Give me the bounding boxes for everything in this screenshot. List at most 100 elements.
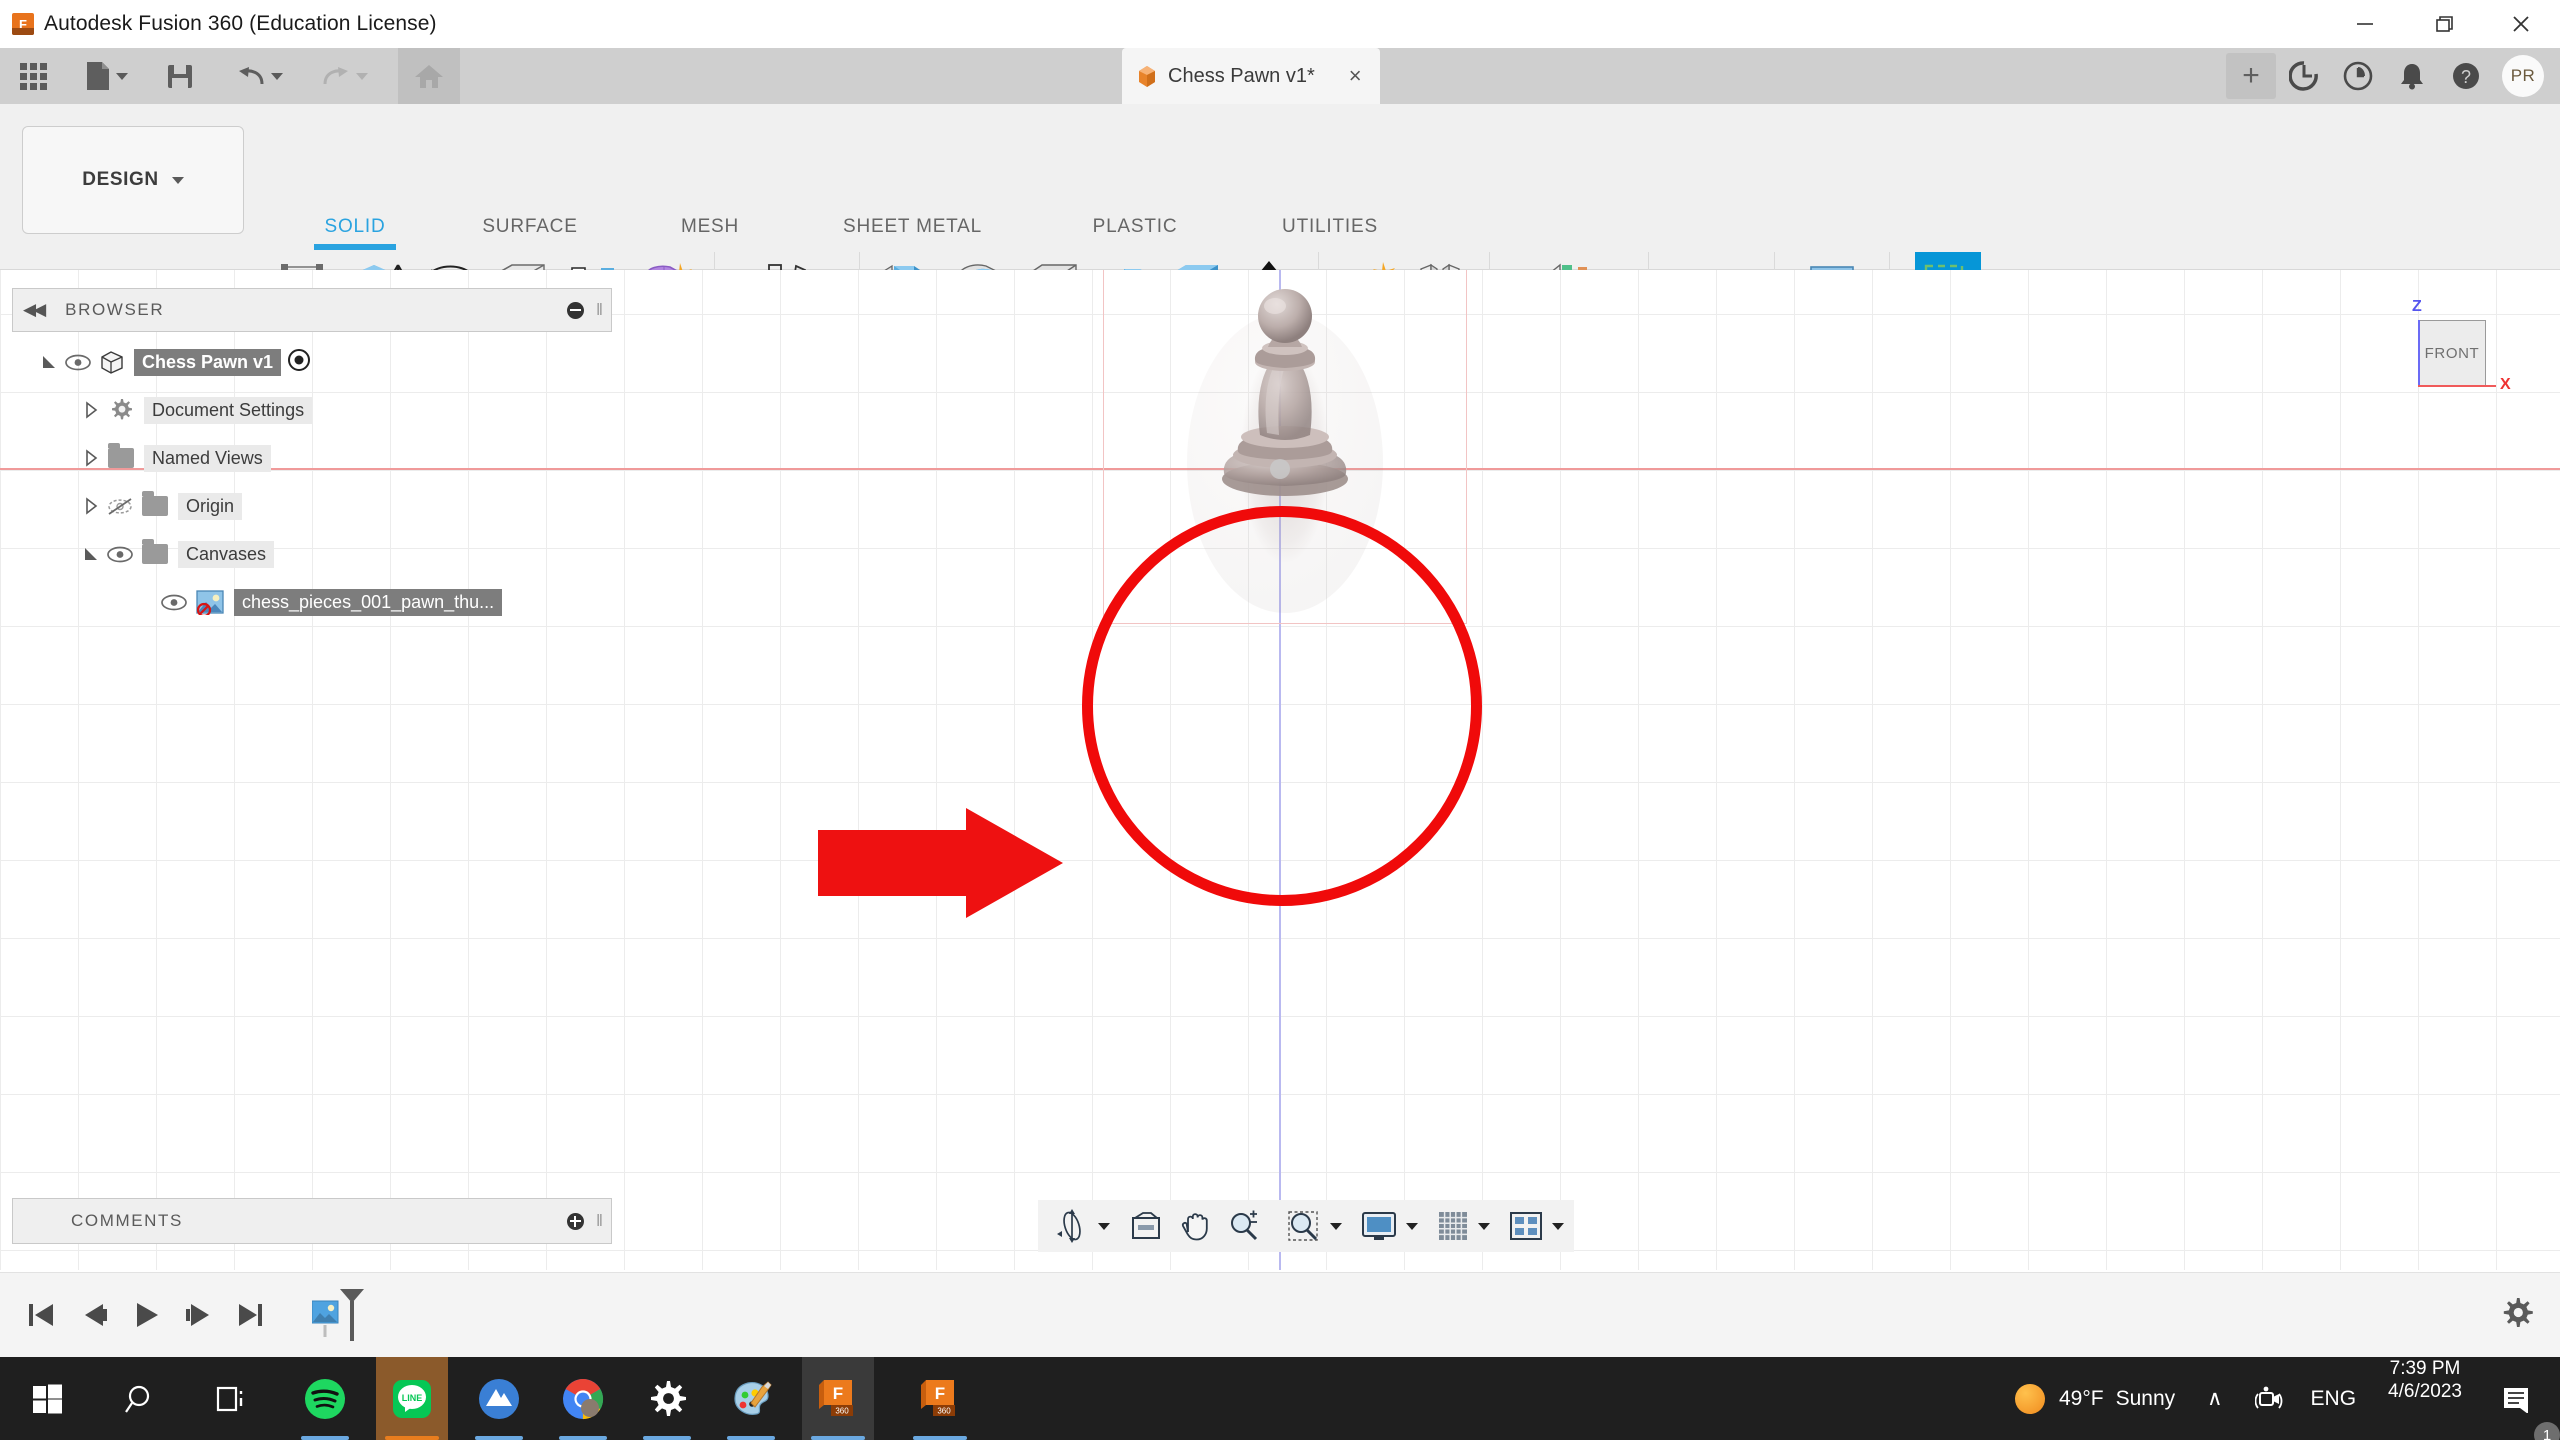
taskbar-line[interactable]: LINE <box>376 1357 448 1440</box>
language-indicator[interactable]: ENG <box>2297 1357 2371 1440</box>
taskbar-chrome[interactable] <box>550 1357 616 1440</box>
notification-center-button[interactable]: 1 <box>2486 1357 2560 1440</box>
timeline-bar <box>0 1272 2560 1357</box>
tree-item-origin[interactable]: Origin <box>12 482 612 530</box>
undo-button[interactable] <box>228 48 291 104</box>
workspace-selector[interactable]: DESIGN <box>22 126 244 234</box>
timeline-step-forward[interactable] <box>172 1285 224 1345</box>
tree-item-named-views[interactable]: Named Views <box>12 434 612 482</box>
expander-collapsed-icon[interactable] <box>82 449 100 467</box>
chevron-down-icon[interactable] <box>1552 1222 1564 1230</box>
tree-item-label: chess_pieces_001_pawn_thu... <box>234 588 503 616</box>
timeline-go-to-end[interactable] <box>224 1285 276 1345</box>
notifications-button[interactable] <box>2386 48 2438 104</box>
timeline-go-to-beginning[interactable] <box>16 1285 68 1345</box>
resize-grip-icon[interactable]: ‖ <box>596 1211 603 1231</box>
svg-text:360: 360 <box>835 1406 849 1415</box>
redo-button[interactable] <box>313 48 376 104</box>
visibility-eye-icon[interactable] <box>106 546 134 563</box>
zoom-window-button[interactable] <box>1280 1200 1328 1252</box>
view-cube-front-face[interactable]: FRONT <box>2418 320 2486 386</box>
svg-text:?: ? <box>2461 67 2471 87</box>
collapse-left-icon[interactable]: ◀◀ <box>23 300 46 320</box>
viewport-layout-icon <box>1510 1212 1542 1240</box>
chrome-icon <box>563 1378 604 1419</box>
notification-badge: 1 <box>2534 1422 2560 1440</box>
user-avatar[interactable]: PR <box>2502 55 2544 97</box>
task-view-button[interactable] <box>200 1357 266 1440</box>
zoom-window-icon <box>1288 1211 1318 1241</box>
search-button[interactable] <box>108 1357 174 1440</box>
activate-component-radio[interactable] <box>287 348 311 377</box>
tab-utilities[interactable]: UTILITIES <box>1235 216 1425 252</box>
taskbar-spotify[interactable] <box>292 1357 358 1440</box>
tab-surface[interactable]: SURFACE <box>430 216 630 252</box>
tab-solid[interactable]: SOLID <box>280 216 430 252</box>
paint-palette-icon <box>734 1380 772 1415</box>
zoom-button[interactable] <box>1220 1200 1268 1252</box>
taskbar-settings[interactable] <box>634 1357 700 1440</box>
timeline-step-back[interactable] <box>68 1285 120 1345</box>
viewport-layout-button[interactable] <box>1502 1200 1550 1252</box>
show-hidden-icons-button[interactable]: ∧ <box>2189 1357 2240 1440</box>
job-status-button[interactable] <box>2332 48 2384 104</box>
view-cube[interactable]: FRONT Z X <box>2390 298 2511 410</box>
minimize-button[interactable] <box>2326 0 2404 48</box>
expander-collapsed-icon[interactable] <box>82 401 100 419</box>
sync-status-button[interactable] <box>2278 48 2330 104</box>
chevron-down-icon[interactable] <box>1098 1222 1110 1230</box>
file-button[interactable] <box>77 48 136 104</box>
chevron-down-icon[interactable] <box>1478 1222 1490 1230</box>
taskbar-fusion360-1[interactable]: F 360 <box>802 1357 874 1440</box>
tab-sheet-metal[interactable]: SHEET METAL <box>790 216 1035 252</box>
help-button[interactable]: ? <box>2440 48 2492 104</box>
tab-plastic[interactable]: PLASTIC <box>1035 216 1235 252</box>
circle-plus-icon[interactable] <box>566 1212 584 1230</box>
origin-point[interactable] <box>1270 459 1290 479</box>
taskbar-nordvpn[interactable] <box>466 1357 532 1440</box>
expander-expanded-icon[interactable] <box>82 545 100 563</box>
ribbon: DESIGN SOLID SURFACE MESH SHEET METAL PL… <box>0 104 2560 349</box>
tree-item-document-settings[interactable]: Document Settings <box>12 386 612 434</box>
tree-item-chess-pawn[interactable]: Chess Pawn v1 <box>12 338 612 386</box>
taskbar-paint[interactable] <box>718 1357 784 1440</box>
home-button[interactable] <box>398 48 460 104</box>
chevron-down-icon[interactable] <box>1330 1222 1342 1230</box>
visibility-eye-icon[interactable] <box>160 594 188 611</box>
timeline-settings-button[interactable] <box>2500 1296 2534 1335</box>
display-monitor-icon <box>1362 1212 1396 1240</box>
timeline-play[interactable] <box>120 1285 172 1345</box>
gear-icon <box>106 398 136 422</box>
tab-mesh[interactable]: MESH <box>630 216 790 252</box>
chevron-down-icon[interactable] <box>1406 1222 1418 1230</box>
start-button[interactable] <box>14 1357 80 1440</box>
taskbar-fusion360-2[interactable]: F 360 <box>904 1357 976 1440</box>
display-settings-button[interactable] <box>1354 1200 1404 1252</box>
document-tab-close-button[interactable]: × <box>1349 63 1362 89</box>
circle-minus-icon[interactable] <box>566 301 584 319</box>
save-button[interactable] <box>158 48 202 104</box>
clock-icon <box>2343 61 2373 91</box>
app-grid-button[interactable] <box>12 48 55 104</box>
grid-snaps-button[interactable] <box>1430 1200 1476 1252</box>
look-at-button[interactable] <box>1122 1200 1170 1252</box>
pan-button[interactable] <box>1172 1200 1218 1252</box>
tree-item-canvas-image[interactable]: chess_pieces_001_pawn_thu... <box>12 578 612 626</box>
orbit-button[interactable] <box>1048 1200 1096 1252</box>
new-tab-button[interactable]: + <box>2226 53 2276 99</box>
clock-widget[interactable]: 7:39 PM 4/6/2023 <box>2370 1357 2480 1440</box>
expander-collapsed-icon[interactable] <box>82 497 100 515</box>
close-button[interactable] <box>2482 0 2560 48</box>
maximize-button[interactable] <box>2404 0 2482 48</box>
visibility-eye-icon[interactable] <box>64 354 92 371</box>
weather-widget[interactable]: 49°F Sunny <box>2001 1357 2189 1440</box>
timeline-feature-canvas[interactable] <box>312 1285 364 1345</box>
expander-expanded-icon[interactable] <box>40 353 58 371</box>
comments-panel-header[interactable]: COMMENTS ‖ <box>12 1198 612 1244</box>
visibility-eye-off-icon[interactable] <box>106 497 134 516</box>
resize-grip-icon[interactable]: ‖ <box>596 300 603 320</box>
camera-tray-icon[interactable] <box>2241 1357 2297 1440</box>
step-back-icon <box>85 1304 107 1326</box>
document-tab[interactable]: Chess Pawn v1* × <box>1122 48 1380 104</box>
tree-item-canvases[interactable]: Canvases <box>12 530 612 578</box>
